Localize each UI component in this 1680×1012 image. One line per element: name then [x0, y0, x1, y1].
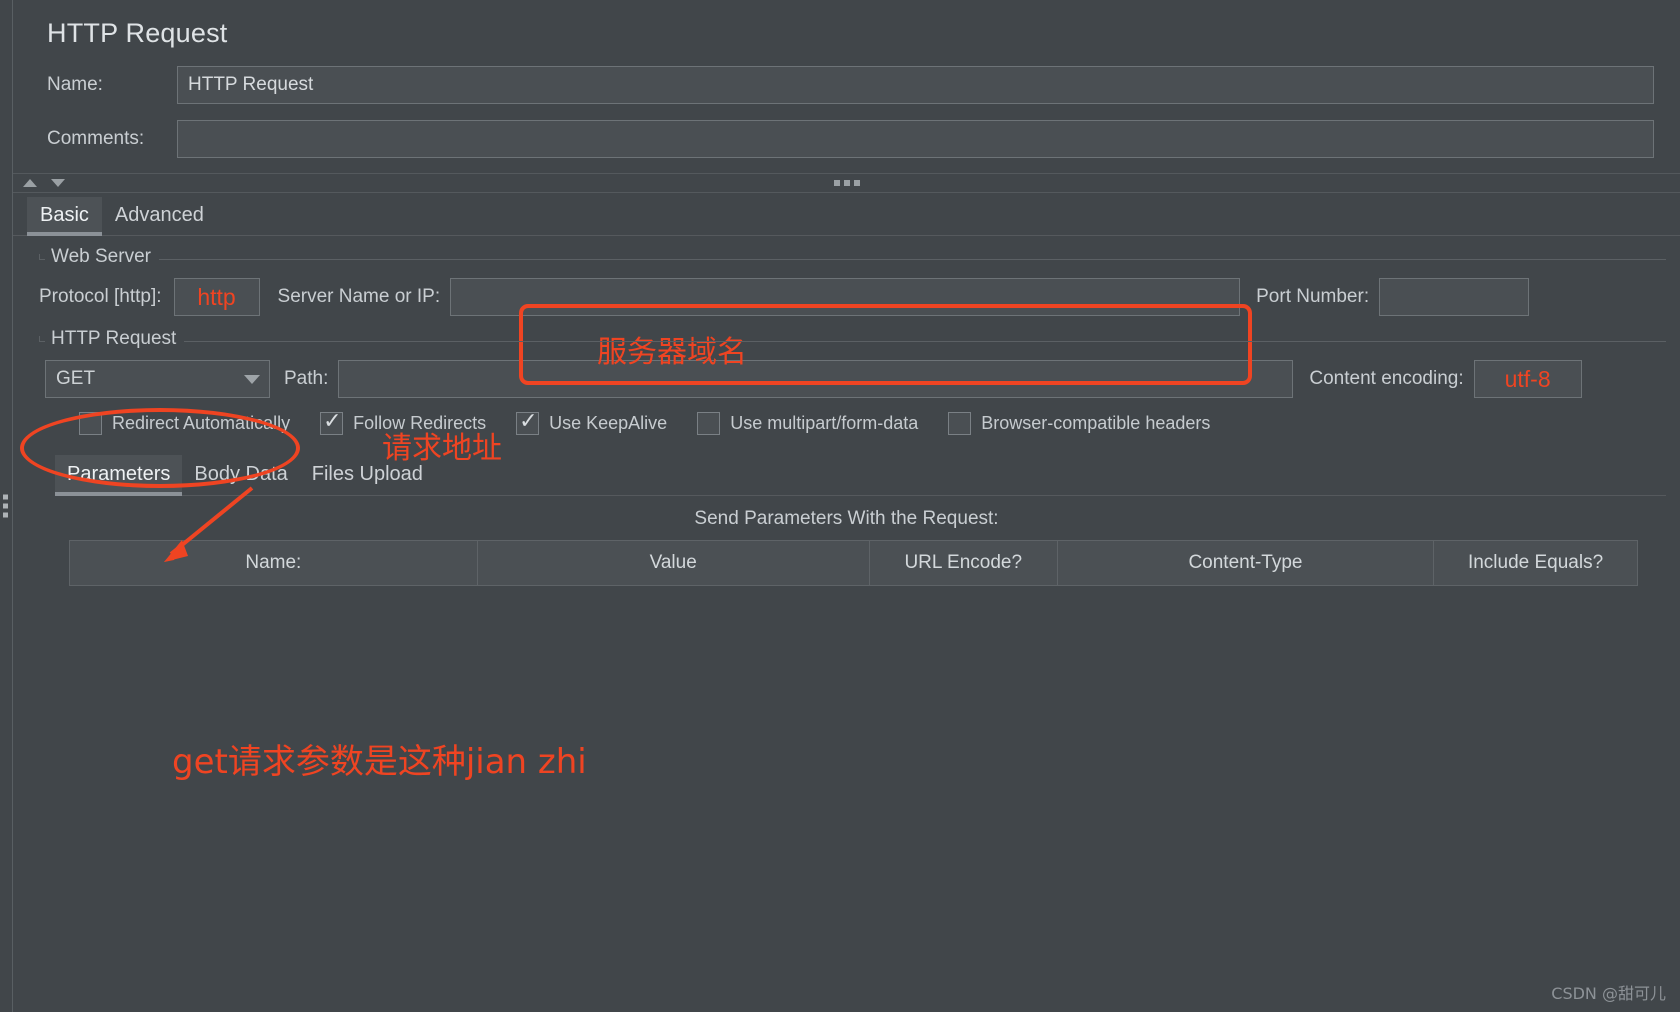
web-server-group: Web Server Protocol [http]: http Server …: [27, 246, 1666, 322]
checkbox-follow-redirects[interactable]: Follow Redirects: [320, 408, 487, 435]
parameters-tabbar: Parameters Body Data Files Upload: [55, 451, 1666, 496]
column-header-include-equals[interactable]: Include Equals?: [1433, 540, 1638, 586]
basic-tab-content: Web Server Protocol [http]: http Server …: [13, 236, 1680, 1012]
http-request-fields: GET Path: Content encoding: utf-8: [27, 350, 1666, 404]
name-label: Name:: [47, 74, 103, 95]
checkbox-redirect-automatically[interactable]: Redirect Automatically: [79, 412, 290, 435]
column-header-url-encode[interactable]: URL Encode?: [869, 540, 1058, 586]
checkbox-use-keepalive[interactable]: Use KeepAlive: [516, 408, 668, 435]
collapse-divider[interactable]: [13, 173, 1680, 193]
web-server-legend: Web Server: [45, 246, 159, 268]
checkbox-label: Redirect Automatically: [112, 413, 291, 433]
checkbox-label: Use KeepAlive: [549, 413, 668, 433]
column-header-value[interactable]: Value: [477, 540, 870, 586]
http-request-panel: HTTP Request Name: HTTP Request Comments…: [0, 0, 1680, 1012]
collapse-down-icon[interactable]: [51, 179, 65, 187]
http-request-group: HTTP Request GET Path: Content encoding:…: [27, 328, 1666, 586]
collapse-up-icon[interactable]: [23, 179, 37, 187]
main-tabbar: Basic Advanced: [13, 193, 1680, 236]
grip-dot: [3, 494, 8, 500]
checkbox-label: Use multipart/form-data: [730, 413, 919, 433]
server-name-input[interactable]: [450, 278, 1241, 316]
comments-label: Comments:: [47, 128, 145, 149]
checkbox-box[interactable]: [79, 412, 102, 435]
tab-parameters[interactable]: Parameters: [55, 455, 183, 496]
content-encoding-label: Content encoding:: [1309, 368, 1464, 389]
column-header-name[interactable]: Name:: [69, 540, 478, 586]
page-title: HTTP Request: [47, 18, 228, 48]
csdn-watermark: CSDN @甜可儿: [1551, 984, 1666, 1003]
chevron-down-icon[interactable]: [235, 361, 269, 397]
checkbox-browser-compatible-headers[interactable]: Browser-compatible headers: [948, 412, 1210, 435]
send-parameters-caption: Send Parameters With the Request:: [694, 508, 999, 529]
protocol-label: Protocol [http]:: [39, 286, 162, 307]
method-select[interactable]: GET: [45, 360, 270, 398]
grip-dot: [3, 503, 8, 509]
tab-advanced[interactable]: Advanced: [102, 197, 217, 235]
checkbox-label: Browser-compatible headers: [981, 413, 1211, 433]
group-border-line: [39, 341, 1666, 342]
divider-grip-icon[interactable]: [833, 180, 860, 186]
checkbox-label: Follow Redirects: [353, 413, 487, 433]
port-number-input[interactable]: [1379, 278, 1530, 316]
grip-dot: [843, 180, 850, 186]
request-options-row: Redirect Automatically Follow Redirects …: [27, 404, 1666, 441]
tab-files-upload[interactable]: Files Upload: [300, 455, 435, 495]
table-header-row: Name: Value URL Encode? Content-Type Inc…: [69, 540, 1638, 586]
tab-body-data[interactable]: Body Data: [182, 455, 299, 495]
path-label: Path:: [284, 368, 329, 389]
checkbox-box[interactable]: [948, 412, 972, 435]
grip-dot: [3, 512, 8, 518]
port-number-label: Port Number:: [1256, 286, 1370, 307]
parameters-table: Name: Value URL Encode? Content-Type Inc…: [69, 540, 1638, 586]
grip-dot: [853, 180, 860, 186]
grip-dot: [833, 180, 840, 186]
comments-input[interactable]: [177, 120, 1654, 158]
split-pane-divider[interactable]: [0, 0, 13, 1012]
comments-row: Comments:: [13, 117, 1680, 161]
column-header-content-type[interactable]: Content-Type: [1057, 540, 1435, 586]
checkbox-use-multipart-form-data[interactable]: Use multipart/form-data: [697, 412, 918, 435]
name-input[interactable]: HTTP Request: [177, 66, 1654, 104]
group-border-line: [39, 259, 1666, 260]
method-select-value: GET: [56, 368, 96, 389]
split-pane-grip[interactable]: [3, 494, 8, 518]
protocol-input[interactable]: http: [173, 278, 260, 316]
checkbox-box[interactable]: [697, 412, 721, 435]
content-encoding-input[interactable]: utf-8: [1473, 360, 1582, 398]
name-row: Name: HTTP Request: [13, 63, 1680, 107]
tab-basic[interactable]: Basic: [27, 197, 102, 236]
checkbox-box-checked[interactable]: [516, 408, 540, 435]
checkbox-box-checked[interactable]: [320, 408, 344, 435]
web-server-fields: Protocol [http]: http Server Name or IP:…: [27, 268, 1666, 322]
path-input[interactable]: [338, 360, 1294, 398]
http-request-legend: HTTP Request: [45, 328, 185, 350]
server-name-label: Server Name or IP:: [277, 286, 441, 307]
